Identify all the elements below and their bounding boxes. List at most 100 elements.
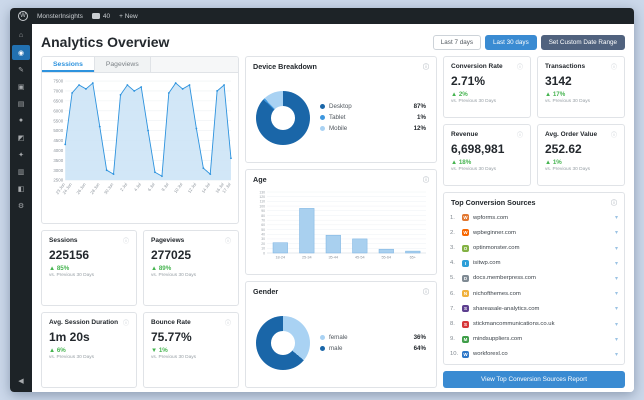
stat-trend: ▲ 2%	[451, 91, 468, 98]
sessions-chart-card: Sessions Pageviews 2500 3000 3500 4000 4500 5…	[41, 56, 239, 224]
last-30-days-button[interactable]: Last 30 days	[485, 34, 537, 50]
svg-text:6500: 6500	[53, 98, 63, 103]
settings-icon[interactable]: ⚙	[12, 198, 30, 213]
svg-text:5500: 5500	[53, 118, 63, 123]
appearance-icon[interactable]: ◩	[12, 130, 30, 145]
source-domain: shareasale-analytics.com	[473, 305, 540, 312]
tab-sessions[interactable]: Sessions	[42, 57, 95, 72]
source-row[interactable]: 7. S shareasale-analytics.com ▾	[450, 301, 618, 316]
stat-card: Revenue ⓘ 6,698,981 ▲ 18% vs. Previous 3…	[443, 124, 531, 186]
source-domain: nichofthemes.com	[473, 290, 521, 297]
new-content-link[interactable]: + New	[119, 13, 138, 20]
chevron-down-icon[interactable]: ▾	[615, 321, 618, 328]
svg-text:26 Jun: 26 Jun	[75, 181, 87, 195]
stat-card: Sessions ⓘ 225156 ▲ 85% vs. Previous 30 …	[41, 229, 137, 306]
info-icon[interactable]: ⓘ	[611, 198, 617, 207]
source-row[interactable]: 5. D docs.memberpress.com ▾	[450, 271, 618, 286]
legend-value: 87%	[413, 103, 426, 111]
stat-card: Transactions ⓘ 3142 ▲ 17% vs. Previous 3…	[537, 56, 625, 118]
posts-icon[interactable]: ✎	[12, 62, 30, 77]
top-conversion-sources-card: Top Conversion Sources ⓘ 1. W wpforms.co…	[443, 192, 625, 365]
source-rank: 2.	[450, 229, 455, 236]
chevron-down-icon[interactable]: ▾	[615, 260, 618, 267]
info-icon[interactable]: ⓘ	[423, 62, 429, 71]
monsterinsights-icon[interactable]: ◉	[12, 45, 30, 60]
chevron-down-icon[interactable]: ▾	[615, 290, 618, 297]
source-rank: 5.	[450, 275, 455, 282]
browser-window: W MonsterInsights 40 + New ⌂ ◉ ✎ ▣ ▤ ● ◩ ✦ ▥ ◧ ⚙ ◀ …	[10, 8, 634, 392]
chevron-down-icon[interactable]: ▾	[615, 229, 618, 236]
source-row[interactable]: 4. I isitwp.com ▾	[450, 256, 618, 271]
svg-text:3000: 3000	[53, 168, 63, 173]
info-icon[interactable]: ⓘ	[423, 175, 429, 184]
source-row[interactable]: 9. M mindsuppliers.com ▾	[450, 332, 618, 347]
chevron-down-icon[interactable]: ▾	[615, 214, 618, 221]
info-icon[interactable]: ⓘ	[225, 236, 231, 245]
source-row[interactable]: 1. W wpforms.com ▾	[450, 210, 618, 225]
source-favicon-icon: S	[462, 305, 469, 313]
stat-card: Bounce Rate ⓘ 75.77% ▼ 1% vs. Previous 3…	[143, 311, 239, 388]
info-icon[interactable]: ⓘ	[123, 236, 129, 245]
source-row[interactable]: 10. W workforexl.co ▾	[450, 347, 618, 362]
info-icon[interactable]: ⓘ	[225, 318, 231, 327]
pages-icon[interactable]: ▤	[12, 96, 30, 111]
view-sources-report-button[interactable]: View Top Conversion Sources Report	[443, 371, 625, 388]
svg-text:28 Jun: 28 Jun	[89, 181, 101, 195]
info-icon[interactable]: ⓘ	[517, 62, 523, 71]
stat-note: vs. Previous 30 Days	[451, 167, 497, 172]
stat-trend: ▼ 1%	[151, 346, 168, 354]
svg-text:4500: 4500	[53, 138, 63, 143]
info-icon[interactable]: ⓘ	[123, 318, 129, 327]
chevron-down-icon[interactable]: ▾	[615, 305, 618, 312]
stat-value: 1m 20s	[49, 329, 90, 344]
legend-dot	[320, 346, 325, 352]
chevron-down-icon[interactable]: ▾	[615, 245, 618, 252]
right-stats-grid: Conversion Rate ⓘ 2.71% ▲ 2% vs. Previou…	[443, 56, 625, 186]
wordpress-logo-icon[interactable]: W	[18, 11, 28, 21]
chevron-down-icon[interactable]: ▾	[615, 336, 618, 343]
svg-text:35-44: 35-44	[328, 255, 338, 259]
source-favicon-icon: W	[462, 229, 469, 237]
stat-card: Pageviews ⓘ 277025 ▲ 89% vs. Previous 30…	[143, 229, 239, 306]
source-row[interactable]: 6. N nichofthemes.com ▾	[450, 286, 618, 301]
svg-text:70: 70	[261, 218, 265, 222]
source-favicon-icon: O	[462, 244, 469, 252]
sources-title: Top Conversion Sources	[451, 198, 536, 207]
stat-note: vs. Previous 30 Days	[151, 272, 197, 278]
info-icon[interactable]: ⓘ	[611, 130, 617, 139]
source-domain: stickmancommunications.co.uk	[473, 321, 555, 328]
chevron-down-icon[interactable]: ▾	[615, 275, 618, 282]
gender-donut-chart	[256, 316, 310, 371]
stat-trend: ▲ 89%	[151, 264, 172, 272]
stat-label: Conversion Rate	[451, 63, 503, 70]
source-domain: wpforms.com	[473, 214, 509, 221]
info-icon[interactable]: ⓘ	[517, 130, 523, 139]
stat-value: 277025	[151, 247, 192, 262]
source-row[interactable]: 8. S stickmancommunications.co.uk ▾	[450, 316, 618, 331]
site-name-link[interactable]: MonsterInsights	[37, 13, 83, 20]
gender-title: Gender	[253, 287, 279, 297]
chevron-down-icon[interactable]: ▾	[615, 351, 618, 358]
media-icon[interactable]: ▣	[12, 79, 30, 94]
last-7-days-button[interactable]: Last 7 days	[432, 34, 482, 50]
info-icon[interactable]: ⓘ	[423, 287, 429, 296]
chart-tabs: Sessions Pageviews	[42, 57, 238, 73]
collapse-menu-icon[interactable]: ◀	[12, 373, 30, 388]
age-title: Age	[253, 174, 267, 184]
comments-admin-item[interactable]: 40	[91, 13, 110, 20]
gender-card: Gender ⓘ female 36% male 64%	[245, 281, 437, 389]
users-icon[interactable]: ▥	[12, 164, 30, 179]
dashboard-icon[interactable]: ⌂	[12, 28, 30, 43]
info-icon[interactable]: ⓘ	[611, 62, 617, 71]
tools-icon[interactable]: ◧	[12, 181, 30, 196]
source-row[interactable]: 2. W wpbeginner.com ▾	[450, 225, 618, 240]
source-rank: 7.	[450, 305, 455, 312]
tab-pageviews[interactable]: Pageviews	[94, 57, 151, 72]
set-custom-date-range-button[interactable]: Set Custom Date Range	[540, 34, 625, 50]
page-title: Analytics Overview	[41, 34, 170, 50]
comments-icon[interactable]: ●	[12, 113, 30, 128]
stat-label: Transactions	[545, 63, 586, 70]
plugins-icon[interactable]: ✦	[12, 147, 30, 162]
legend-dot	[320, 104, 325, 110]
source-row[interactable]: 3. O optinmonster.com ▾	[450, 240, 618, 255]
